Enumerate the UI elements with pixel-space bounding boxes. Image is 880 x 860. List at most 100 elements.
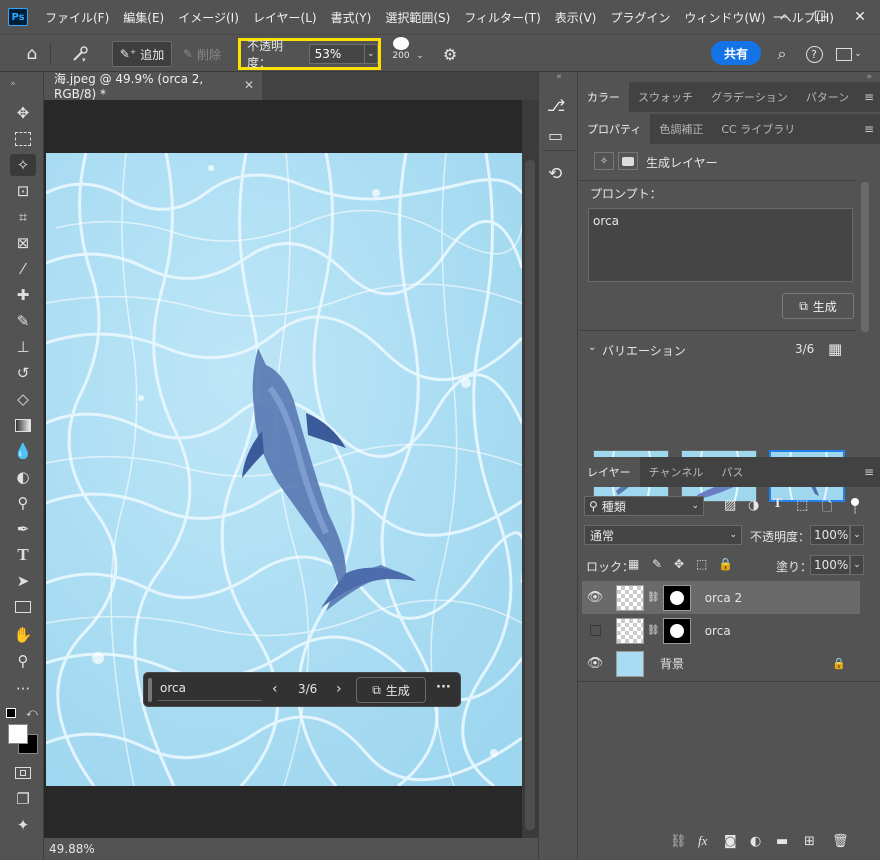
chevron-down-icon[interactable]: ⌄ xyxy=(850,555,864,575)
more-options-icon[interactable]: ··· xyxy=(436,680,451,695)
lock-transparent-icon[interactable]: ▦ xyxy=(628,557,639,571)
crop-select-tool-icon[interactable]: ⊡ xyxy=(10,180,36,202)
expand-panel-icon[interactable]: » xyxy=(6,73,20,95)
adjustment-layer-icon[interactable]: ◐ xyxy=(750,834,761,849)
drag-handle[interactable] xyxy=(148,678,152,702)
link-layers-icon[interactable]: ⛓ xyxy=(670,834,687,849)
menu-item[interactable]: レイヤー(L) xyxy=(246,9,324,26)
opacity-input[interactable]: 53% xyxy=(308,44,365,64)
panel-tab[interactable]: スウォッチ xyxy=(629,82,702,112)
group-folder-icon[interactable]: ▬ xyxy=(776,834,788,849)
history-panel-icon[interactable]: ⎇ xyxy=(547,96,565,115)
lock-paint-icon[interactable]: ✎ xyxy=(652,557,662,571)
healing-brush-tool-icon[interactable]: ✚ xyxy=(10,284,36,306)
menu-item[interactable]: イメージ(I) xyxy=(171,9,246,26)
layer-opacity-input[interactable]: 100% xyxy=(810,525,850,545)
marquee-tool-icon[interactable] xyxy=(10,128,36,150)
fx-icon[interactable]: fx xyxy=(698,833,707,849)
generate-image-icon[interactable]: ✦ xyxy=(10,814,36,836)
lock-all-icon[interactable]: 🔒 xyxy=(718,557,733,571)
panel-generate-button[interactable]: ⧉ 生成 xyxy=(782,293,854,319)
layer-name[interactable]: orca 2 xyxy=(705,591,742,605)
panel-tab[interactable]: プロパティ xyxy=(578,114,651,144)
menu-item[interactable]: プラグイン xyxy=(603,9,677,26)
properties-scroll-thumb[interactable] xyxy=(861,182,869,332)
panel-tab[interactable]: チャンネル xyxy=(640,457,713,487)
path-select-tool-icon[interactable]: ➤ xyxy=(10,570,36,592)
move-tool-icon[interactable]: ✥ xyxy=(10,102,36,124)
close-button[interactable]: ✕ xyxy=(840,0,880,34)
pixel-filter-icon[interactable]: ▨ xyxy=(724,498,736,513)
swap-colors-icon[interactable]: ⤺ xyxy=(26,706,38,720)
share-button[interactable]: 共有 xyxy=(711,41,761,65)
layer-name[interactable]: orca xyxy=(705,624,731,638)
menu-item[interactable]: ウィンドウ(W) xyxy=(677,9,772,26)
eraser-tool-icon[interactable]: ◇ xyxy=(10,388,36,410)
panel-tab[interactable]: グラデーション xyxy=(702,82,797,112)
zoom-level[interactable]: 49.88% xyxy=(49,842,95,856)
zoom-tool-icon[interactable]: ⚲ xyxy=(10,650,36,672)
blend-mode-select[interactable]: 通常 ⌄ xyxy=(584,525,742,545)
lock-artboard-icon[interactable]: ⬚ xyxy=(696,557,707,571)
help-icon[interactable]: ? xyxy=(802,42,826,66)
pen-tool-icon[interactable]: ✒ xyxy=(10,518,36,540)
menu-item[interactable]: 選択範囲(S) xyxy=(378,9,457,26)
generative-brush-tool-icon[interactable]: ▾ xyxy=(60,42,100,66)
chevron-right-icon[interactable]: › xyxy=(336,681,342,697)
hand-tool-icon[interactable]: ✋ xyxy=(10,624,36,646)
close-tab-icon[interactable]: ✕ xyxy=(244,78,254,92)
blur-tool-icon[interactable]: 💧 xyxy=(10,440,36,462)
brush-size-picker[interactable]: 200 xyxy=(388,37,414,61)
type-tool-icon[interactable]: T xyxy=(10,544,36,566)
link-icon[interactable]: ⛓ xyxy=(647,625,660,636)
stamp-tool-icon[interactable]: ⊥ xyxy=(10,336,36,358)
collapse-panels-icon[interactable]: » xyxy=(578,72,880,82)
eye-icon[interactable]: 👁 xyxy=(582,656,608,671)
filter-toggle[interactable] xyxy=(850,498,860,516)
default-colors-icon[interactable] xyxy=(6,708,16,718)
comments-panel-icon[interactable]: ▭ xyxy=(548,126,563,145)
trash-icon[interactable]: 🗑 xyxy=(832,834,849,849)
home-icon[interactable]: ⌂ xyxy=(18,42,46,66)
quick-mask-icon[interactable] xyxy=(10,762,36,784)
panel-tab[interactable]: カラー xyxy=(578,82,629,112)
frame-tool-icon[interactable]: ⊠ xyxy=(10,232,36,254)
panel-tab[interactable]: レイヤー xyxy=(578,457,640,487)
chevron-left-icon[interactable]: ‹ xyxy=(272,681,278,697)
layer-row-background[interactable]: 👁 背景 🔒 xyxy=(582,647,860,680)
more-tools-icon[interactable]: ··· xyxy=(10,678,36,700)
add-button[interactable]: ✎⁺ 追加 xyxy=(112,41,172,67)
chevron-down-icon[interactable]: ⌄ xyxy=(364,44,378,64)
menu-item[interactable]: フィルター(T) xyxy=(457,9,547,26)
history-brush-tool-icon[interactable]: ↺ xyxy=(10,362,36,384)
type-filter-icon[interactable]: T xyxy=(773,496,782,512)
chevron-down-icon[interactable]: ⌄ xyxy=(414,44,426,68)
eyedropper-tool-icon[interactable]: ⁄ xyxy=(10,258,36,280)
dodge-tool-icon[interactable]: ◐ xyxy=(10,466,36,488)
grid-view-icon[interactable]: ▦ xyxy=(828,340,842,358)
chevron-down-icon[interactable]: ⌄ xyxy=(850,525,864,545)
prompt-textarea[interactable]: orca xyxy=(588,208,853,282)
gradient-tool-icon[interactable] xyxy=(10,414,36,436)
lock-position-icon[interactable]: ✥ xyxy=(674,557,684,571)
history-clock-icon[interactable]: ⟲ xyxy=(548,164,562,184)
search-icon[interactable]: ⌕ xyxy=(770,42,794,66)
screen-mode-icon[interactable]: ❐ xyxy=(10,788,36,810)
maximize-button[interactable]: ☐ xyxy=(800,0,840,34)
menu-item[interactable]: 書式(Y) xyxy=(324,9,379,26)
chevron-down-icon[interactable]: ⌄ xyxy=(588,342,596,353)
layer-name[interactable]: 背景 xyxy=(660,655,684,672)
menu-item[interactable]: 表示(V) xyxy=(548,9,604,26)
panel-menu-icon[interactable]: ≡ xyxy=(864,122,874,136)
panel-menu-icon[interactable]: ≡ xyxy=(864,465,874,479)
gear-icon[interactable]: ⚙ xyxy=(438,42,462,66)
panel-tab[interactable]: パス xyxy=(712,457,752,487)
panel-tab[interactable]: 色調補正 xyxy=(650,114,712,144)
delete-button[interactable]: ✎ 削除 xyxy=(178,42,226,66)
minimize-button[interactable]: — xyxy=(760,0,800,34)
panel-tab[interactable]: パターン xyxy=(797,82,858,112)
menu-item[interactable]: ファイル(F) xyxy=(38,9,116,26)
smart-object-filter-icon[interactable]: 🗋 xyxy=(822,498,832,520)
workspace-icon[interactable]: ⌄ xyxy=(832,42,866,66)
link-icon[interactable]: ⛓ xyxy=(647,592,660,603)
